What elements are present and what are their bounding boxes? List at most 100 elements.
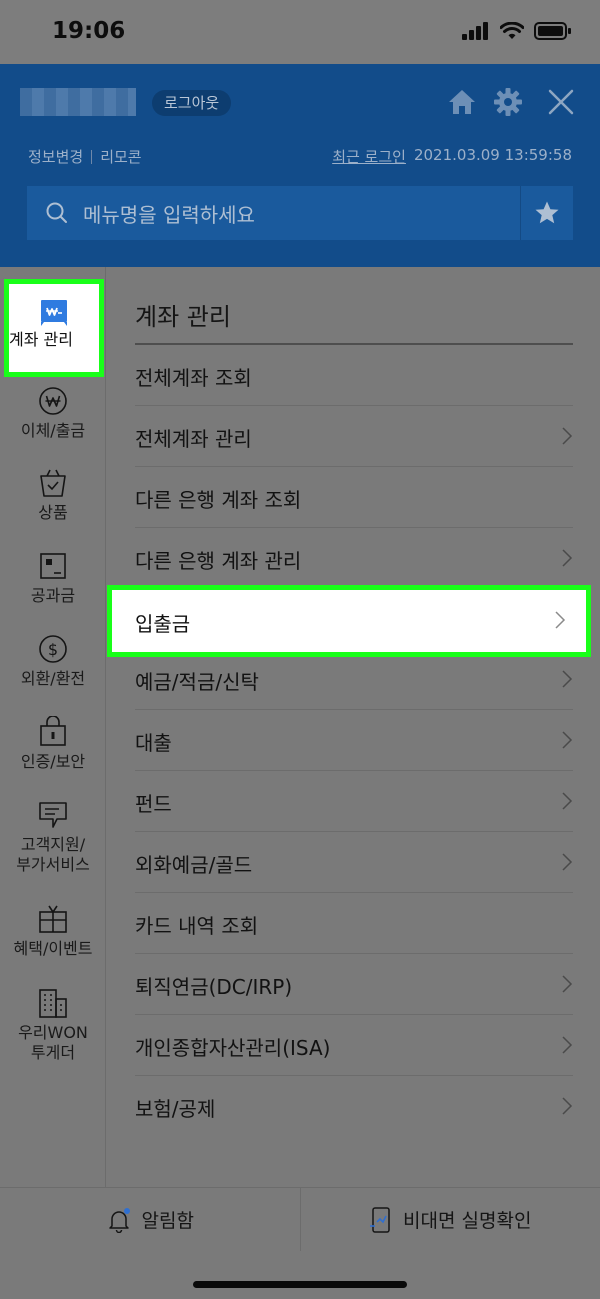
menu-item-other-bank-manage[interactable]: 다른 은행 계좌 관리 xyxy=(135,528,573,589)
cellular-signal-icon xyxy=(462,22,488,40)
user-name-blurred xyxy=(20,88,136,116)
support-note-icon xyxy=(39,802,67,828)
menu-item-label: 예금/적금/신탁 xyxy=(135,670,259,694)
won-circle-icon xyxy=(39,387,67,415)
sidebar-item-support[interactable]: 고객지원/ 부가서비스 xyxy=(0,799,106,875)
logout-button[interactable]: 로그아웃 xyxy=(152,90,232,116)
chevron-right-icon xyxy=(562,549,573,567)
menu-item-all-accounts-view[interactable]: 전체계좌 조회 xyxy=(135,345,573,406)
svg-text:$: $ xyxy=(48,640,58,659)
menu-item-label: 입출금 xyxy=(135,612,191,636)
account-wallet-icon xyxy=(41,300,67,326)
star-icon xyxy=(535,201,559,224)
favorites-button[interactable] xyxy=(521,186,573,240)
sidebar-item-label: 외환/환전 xyxy=(20,669,86,688)
gear-icon[interactable] xyxy=(492,86,524,118)
menu-item-pension[interactable]: 퇴직연금(DC/IRP) xyxy=(135,954,573,1015)
lock-icon xyxy=(40,716,66,746)
menu-item-label: 퇴직연금(DC/IRP) xyxy=(135,975,293,999)
verification-label: 비대면 실명확인 xyxy=(403,1210,532,1232)
notification-label: 알림함 xyxy=(141,1210,194,1232)
menu-item-loans[interactable]: 대출 xyxy=(135,710,573,771)
menu-item-insurance[interactable]: 보험/공제 xyxy=(135,1076,573,1137)
notification-box-button[interactable]: 알림함 xyxy=(0,1188,300,1251)
chevron-right-icon xyxy=(562,1036,573,1054)
dollar-circle-icon: $ xyxy=(39,635,67,663)
menu-search-bar[interactable]: 메뉴명을 입력하세요 xyxy=(27,186,573,240)
sidebar-item-foreign-exchange[interactable]: $ 외환/환전 xyxy=(0,633,106,689)
menu-item-card-history[interactable]: 카드 내역 조회 xyxy=(135,893,573,954)
wifi-icon xyxy=(500,22,524,39)
menu-item-label: 전체계좌 관리 xyxy=(135,427,252,451)
sidebar-item-label: 혜택/이벤트 xyxy=(13,939,93,958)
chevron-right-icon xyxy=(562,731,573,749)
chevron-right-icon xyxy=(562,853,573,871)
chevron-right-icon xyxy=(555,611,566,629)
sidebar-item-products[interactable]: 상품 xyxy=(0,467,106,523)
home-indicator[interactable] xyxy=(193,1281,407,1288)
bottom-action-bar: 알림함 비대면 실명확인 xyxy=(0,1187,600,1251)
menu-item-label: 다른 은행 계좌 관리 xyxy=(135,549,302,573)
bell-icon xyxy=(108,1207,130,1233)
menu-item-funds[interactable]: 펀드 xyxy=(135,771,573,832)
menu-item-isa[interactable]: 개인종합자산관리(ISA) xyxy=(135,1015,573,1076)
edit-info-link[interactable]: 정보변경 xyxy=(28,146,83,167)
menu-item-all-accounts-manage[interactable]: 전체계좌 관리 xyxy=(135,406,573,467)
menu-item-other-bank-view[interactable]: 다른 은행 계좌 조회 xyxy=(135,467,573,528)
section-title: 계좌 관리 xyxy=(135,303,231,331)
gift-icon xyxy=(39,905,67,933)
menu-item-savings-trust[interactable]: 예금/적금/신탁 xyxy=(135,649,573,710)
status-icons xyxy=(462,22,572,40)
menu-item-deposit-withdrawal[interactable]: 입출금 xyxy=(107,585,591,657)
sidebar-item-won-together[interactable]: 우리WON 투게더 xyxy=(0,987,106,1063)
remote-id-verification-button[interactable]: 비대면 실명확인 xyxy=(301,1188,600,1251)
home-icon[interactable] xyxy=(446,86,478,118)
menu-item-foreign-deposit-gold[interactable]: 외화예금/골드 xyxy=(135,832,573,893)
menu-item-label: 전체계좌 조회 xyxy=(135,366,252,390)
bill-icon xyxy=(40,553,66,579)
recent-login-link[interactable]: 최근 로그인 xyxy=(332,146,406,167)
sidebar-item-label: 이체/출금 xyxy=(20,421,86,440)
chevron-right-icon xyxy=(562,792,573,810)
building-icon xyxy=(39,989,67,1018)
menu-item-label: 펀드 xyxy=(135,792,172,816)
close-icon[interactable] xyxy=(545,86,577,118)
shopping-bag-icon xyxy=(40,469,66,497)
sidebar-item-events[interactable]: 혜택/이벤트 xyxy=(0,903,106,959)
recent-login: 최근 로그인 2021.03.09 13:59:58 xyxy=(332,146,572,167)
menu-item-label: 다른 은행 계좌 조회 xyxy=(135,488,302,512)
sidebar-item-bills[interactable]: 공과금 xyxy=(0,550,106,606)
recent-login-time: 2021.03.09 13:59:58 xyxy=(413,146,572,164)
chevron-right-icon xyxy=(562,1097,573,1115)
status-bar: 19:06 xyxy=(0,0,600,64)
status-time: 19:06 xyxy=(52,18,126,44)
remote-link[interactable]: 리모콘 xyxy=(100,146,141,167)
account-links: 정보변경 리모콘 xyxy=(28,146,142,167)
home-indicator-area xyxy=(0,1251,600,1299)
sidebar-item-label: 계좌 관리 xyxy=(9,330,73,349)
link-divider xyxy=(91,149,93,164)
menu-item-label: 보험/공제 xyxy=(135,1097,216,1121)
phone-verify-icon xyxy=(370,1206,390,1233)
search-icon xyxy=(46,202,67,223)
sidebar-item-security[interactable]: 인증/보안 xyxy=(0,716,106,772)
sidebar-item-label: 우리WON 투게더 xyxy=(18,1023,88,1062)
sidebar-item-label: 고객지원/ 부가서비스 xyxy=(16,835,90,874)
sidebar-item-label: 공과금 xyxy=(30,586,76,605)
menu-item-label: 카드 내역 조회 xyxy=(135,914,259,938)
battery-icon xyxy=(534,22,571,40)
menu-item-label: 개인종합자산관리(ISA) xyxy=(135,1036,331,1060)
chevron-right-icon xyxy=(562,427,573,445)
sidebar-item-label: 인증/보안 xyxy=(20,752,86,771)
category-sidebar: 계좌 관리 이체/출금 상품 공과금 $ 외환/환전 인증/보안 고객지원/ 부… xyxy=(0,267,106,1187)
sidebar-item-transfer[interactable]: 이체/출금 xyxy=(0,385,106,441)
sidebar-item-account-management[interactable]: 계좌 관리 xyxy=(4,279,104,377)
search-input[interactable]: 메뉴명을 입력하세요 xyxy=(83,199,520,228)
menu-panel: 계좌 관리 전체계좌 조회 전체계좌 관리 다른 은행 계좌 조회 다른 은행 … xyxy=(107,267,600,1187)
chevron-right-icon xyxy=(562,670,573,688)
chevron-right-icon xyxy=(562,975,573,993)
app-header: 로그아웃 정보변경 리모콘 최근 로그인 2021.03.09 13:59:58 xyxy=(0,64,600,267)
menu-item-label: 대출 xyxy=(135,731,172,755)
sidebar-item-label: 상품 xyxy=(38,503,68,522)
menu-item-label: 외화예금/골드 xyxy=(135,853,253,877)
